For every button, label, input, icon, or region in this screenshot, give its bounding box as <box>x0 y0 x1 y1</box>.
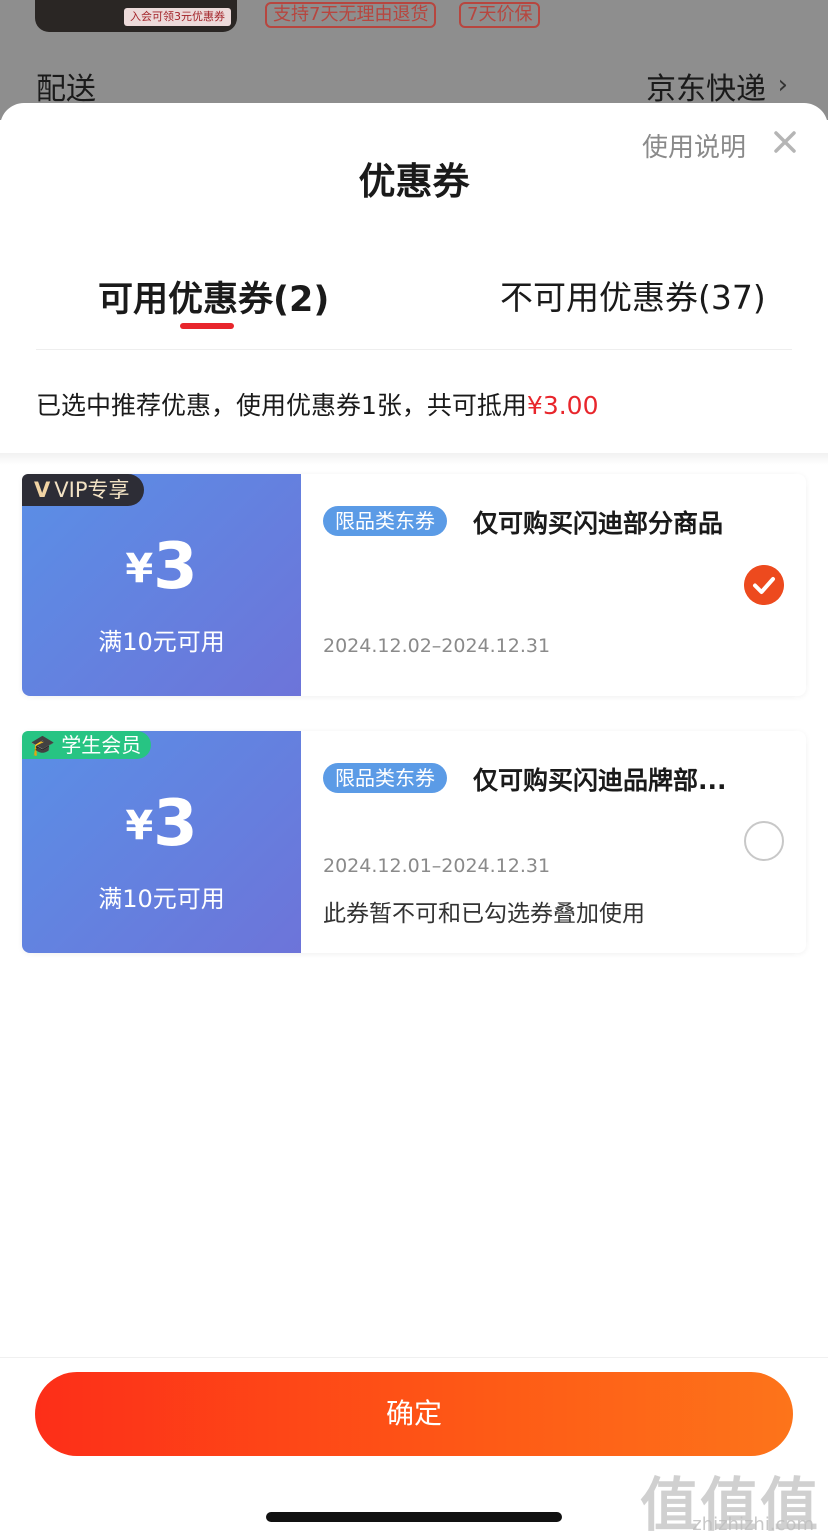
summary-amount: ¥3.00 <box>526 391 599 420</box>
coupon-condition: 满10元可用 <box>98 885 225 913</box>
graduation-cap-icon: 🎓 <box>30 733 55 757</box>
background-product-page: 入会可领3元优惠券 支持7天无理由退货 7天价保 配送 京东快递 › <box>0 0 828 120</box>
vip-exclusive-badge: V VIP专享 <box>22 474 144 506</box>
coupon-info-panel: 限品类东券 仅可购买闪迪品牌部... 2024.12.01–2024.12.31… <box>301 731 806 953</box>
coupon-validity: 2024.12.02–2024.12.31 <box>323 635 551 657</box>
unchecked-radio-icon[interactable] <box>744 821 784 861</box>
usage-instructions-link[interactable]: 使用说明 <box>642 127 746 164</box>
price-protect-badge: 7天价保 <box>459 2 541 28</box>
vip-logo-icon: V <box>34 478 51 502</box>
coupon-category-tag: 限品类东券 <box>323 763 447 793</box>
coupon-category-tag: 限品类东券 <box>323 506 447 536</box>
summary-text: 已选中推荐优惠，使用优惠券1张，共可抵用 <box>36 391 527 420</box>
coupon-info-panel: 限品类东券 仅可购买闪迪部分商品 2024.12.02–2024.12.31 <box>301 474 806 696</box>
coupon-amount: ¥3 <box>125 787 198 861</box>
shipping-label: 配送 <box>36 72 96 107</box>
watermark-url: zhizhizhi.com <box>692 1514 814 1535</box>
confirm-button[interactable]: 确定 <box>35 1372 793 1456</box>
coupon-amount: ¥3 <box>125 530 198 604</box>
tab-available-coupons[interactable]: 可用优惠券(2) <box>98 271 329 322</box>
chevron-right-icon: › <box>777 70 788 100</box>
coupon-description: 仅可购买闪迪部分商品 <box>473 509 724 538</box>
coupon-description: 仅可购买闪迪品牌部... <box>473 766 727 795</box>
shipping-value: 京东快递 <box>646 72 766 107</box>
home-indicator <box>266 1512 562 1522</box>
coupon-card[interactable]: ¥3 满10元可用 限品类东券 仅可购买闪迪品牌部... 2024.12.01–… <box>22 731 806 953</box>
coupon-card[interactable]: ¥3 满10元可用 限品类东券 仅可购买闪迪部分商品 2024.12.02–20… <box>22 474 806 696</box>
coupon-stacking-note: 此券暂不可和已勾选券叠加使用 <box>323 901 645 927</box>
coupon-tabs: 可用优惠券(2) 不可用优惠券(37) <box>0 271 828 351</box>
list-top-shadow <box>0 453 828 465</box>
tab-unavailable-coupons[interactable]: 不可用优惠券(37) <box>500 271 766 319</box>
product-thumbnail: 入会可领3元优惠券 <box>35 0 237 32</box>
coupon-condition: 满10元可用 <box>98 628 225 656</box>
student-member-badge: 🎓 学生会员 <box>22 731 152 759</box>
footer-divider <box>0 1357 828 1358</box>
close-icon[interactable] <box>770 127 800 157</box>
coupon-validity: 2024.12.01–2024.12.31 <box>323 855 551 877</box>
coupon-value-panel: ¥3 满10元可用 <box>22 474 301 696</box>
tabs-divider <box>36 349 792 350</box>
active-tab-indicator <box>180 323 234 329</box>
coupon-value-panel: ¥3 满10元可用 <box>22 731 301 953</box>
thumbnail-promo-tag: 入会可领3元优惠券 <box>124 8 231 26</box>
selection-summary: 已选中推荐优惠，使用优惠券1张，共可抵用¥3.00 <box>36 386 599 422</box>
return-policy-badge: 支持7天无理由退货 <box>265 2 437 28</box>
checked-icon[interactable] <box>744 565 784 605</box>
